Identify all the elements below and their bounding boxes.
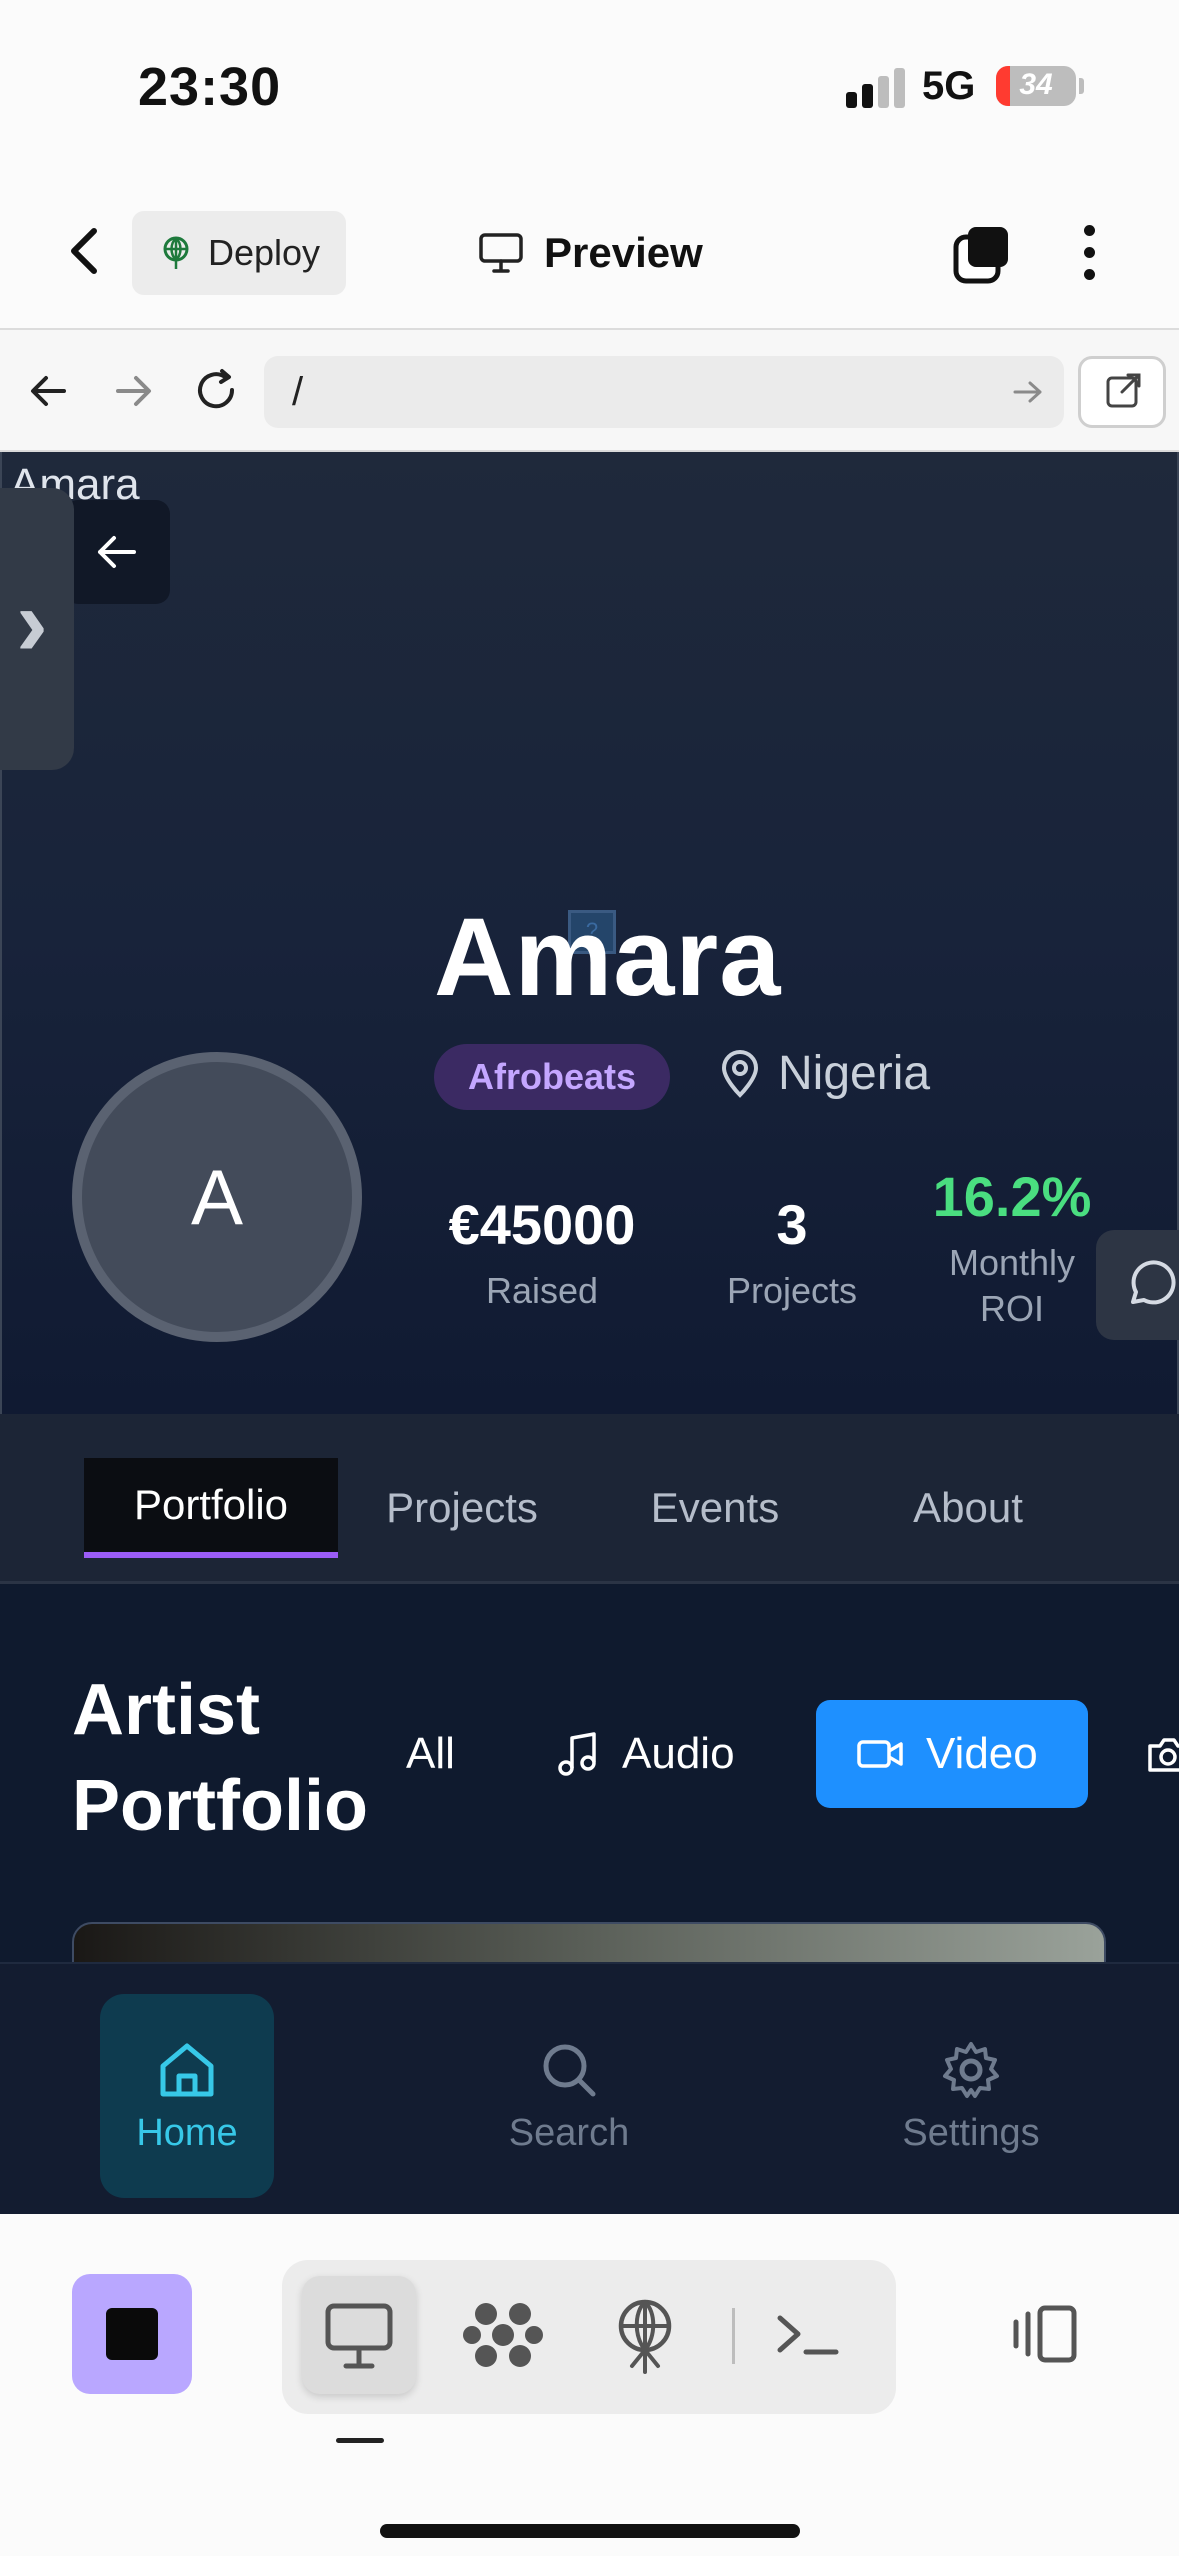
url-field[interactable]: /: [264, 356, 1064, 428]
filter-photo-partial[interactable]: [1146, 1700, 1179, 1808]
stat-projects-label: Projects: [726, 1270, 858, 1311]
filter-video[interactable]: Video: [816, 1700, 1088, 1808]
bottom-navigation: Home Search Settings: [0, 1962, 1179, 2214]
reload-icon[interactable]: [192, 366, 242, 416]
tab-projects[interactable]: Projects: [366, 1458, 558, 1558]
globe-antenna-icon: [618, 2299, 672, 2374]
side-drawer-handle[interactable]: ›: [0, 488, 74, 770]
console-button[interactable]: [752, 2276, 866, 2394]
url-text: /: [292, 370, 304, 414]
deploy-button[interactable]: Deploy: [132, 211, 346, 295]
portfolio-heading-line2: Portfolio: [72, 1766, 368, 1846]
deploy-label: Deploy: [208, 232, 321, 273]
filter-all[interactable]: All: [406, 1700, 455, 1808]
message-circle-icon: [1131, 1260, 1176, 1305]
location-label: Nigeria: [778, 1047, 931, 1100]
status-bar: 23:30 5G 34: [0, 0, 1179, 175]
location: Nigeria: [720, 1046, 930, 1101]
preview-viewport: Amara › ? Amara Afrobeats Nigeria A €450…: [0, 452, 1179, 2214]
cellular-signal-icon: [846, 68, 906, 108]
monitor-icon: [325, 2303, 393, 2369]
filter-video-label: Video: [926, 1729, 1038, 1778]
view-switcher: [282, 2260, 896, 2414]
app-top-bar: Deploy Preview: [0, 175, 1179, 330]
nav-home-label: Home: [136, 2111, 238, 2154]
tab-events[interactable]: Events: [620, 1458, 810, 1558]
external-link-icon: [1106, 373, 1141, 408]
filter-audio-label: Audio: [622, 1729, 735, 1778]
profile-back-button[interactable]: [64, 500, 170, 604]
chat-button[interactable]: [1096, 1230, 1179, 1340]
clock: 23:30: [138, 57, 282, 117]
code-graph-button[interactable]: [446, 2276, 560, 2394]
video-camera-icon: [857, 1740, 903, 1768]
portfolio-heading-line1: Artist: [72, 1670, 261, 1750]
tabs-stack-icon[interactable]: [950, 223, 1014, 287]
artist-name: Amara: [434, 896, 782, 1019]
nodes-icon: [463, 2303, 543, 2367]
active-view-indicator: [336, 2438, 384, 2443]
music-note-icon: [558, 1732, 596, 1776]
open-external-button[interactable]: [1078, 356, 1166, 428]
back-chevron-icon[interactable]: [62, 225, 106, 277]
nav-settings-label: Settings: [902, 2111, 1040, 2154]
stat-raised-value: €45000: [448, 1193, 636, 1256]
tab-portfolio[interactable]: Portfolio: [84, 1458, 338, 1558]
network-type: 5G: [922, 64, 976, 108]
deploy-globe-icon: [163, 236, 189, 269]
stat-raised-label: Raised: [485, 1270, 599, 1311]
nav-search[interactable]: Search: [482, 1994, 656, 2198]
terminal-icon: [777, 2315, 839, 2355]
tab-about[interactable]: About: [876, 1458, 1060, 1558]
profile-tabs: Portfolio Projects Events About: [0, 1414, 1179, 1584]
nav-settings[interactable]: Settings: [884, 1994, 1058, 2198]
panel-layout-icon[interactable]: [1010, 2304, 1080, 2364]
browser-back-icon[interactable]: [24, 366, 74, 416]
preview-view-button[interactable]: [302, 2276, 416, 2394]
chevron-right-icon: ›: [16, 569, 48, 676]
browser-bar: /: [0, 330, 1179, 452]
arrow-left-icon: [98, 536, 136, 568]
stat-roi-label: Monthly ROI: [948, 1242, 1076, 1329]
nav-home[interactable]: Home: [100, 1994, 274, 2198]
camera-icon: [1148, 1738, 1179, 1772]
browser-forward-icon[interactable]: [108, 366, 158, 416]
home-indicator: [380, 2524, 800, 2538]
editor-toolbar: [0, 2214, 1179, 2556]
preview-toggle[interactable]: Preview: [478, 223, 703, 283]
gear-icon: [943, 2041, 999, 2098]
filter-all-label: All: [406, 1729, 455, 1778]
nav-search-label: Search: [508, 2111, 630, 2154]
deploy-view-button[interactable]: [588, 2276, 702, 2394]
battery-level: 34: [1019, 68, 1053, 101]
stop-square-icon: [106, 2308, 158, 2360]
avatar: A: [72, 1052, 362, 1342]
go-arrow-icon[interactable]: [1012, 378, 1044, 406]
battery-tip: [1079, 78, 1084, 94]
portfolio-heading: Artist Portfolio: [72, 1662, 368, 1854]
battery-icon: 34: [996, 66, 1076, 106]
monitor-icon: [479, 233, 523, 273]
profile-hero: Amara › ? Amara Afrobeats Nigeria A €450…: [0, 452, 1179, 1414]
preview-label: Preview: [544, 229, 703, 276]
search-icon: [543, 2044, 596, 2096]
stop-button[interactable]: [72, 2274, 192, 2394]
filter-audio[interactable]: Audio: [556, 1700, 735, 1808]
home-icon: [160, 2043, 214, 2096]
map-pin-icon: [721, 1049, 759, 1098]
more-menu-icon[interactable]: [1070, 221, 1110, 285]
genre-badge: Afrobeats: [434, 1044, 671, 1110]
stat-roi-value: 16.2%: [932, 1165, 1092, 1228]
toolbar-divider: [732, 2308, 735, 2364]
stat-projects-value: 3: [776, 1193, 808, 1256]
